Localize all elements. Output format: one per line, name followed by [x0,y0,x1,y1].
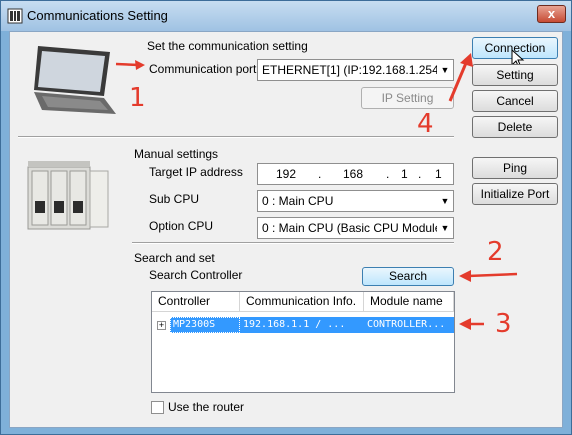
ip-dot: . [318,167,322,181]
cancel-button[interactable]: Cancel [472,90,558,112]
column-header-comm-info[interactable]: Communication Info. [240,292,364,312]
column-header-module-name[interactable]: Module name [364,292,454,312]
chevron-down-icon: ▼ [437,191,453,211]
divider [132,242,454,244]
annotation-4: 4 [417,109,434,139]
plc-controller-icon [27,161,109,230]
sub-cpu-select[interactable]: 0 : Main CPU ▼ [257,190,454,212]
controller-list[interactable]: Controller Communication Info. Module na… [151,291,455,393]
annotation-2: 2 [487,237,504,267]
comm-port-label: Communication port [149,62,257,76]
option-cpu-label: Option CPU [149,219,214,233]
sub-cpu-value: 0 : Main CPU [262,194,334,208]
dialog-body: Set the communication setting Communicat… [9,31,563,428]
expand-icon[interactable]: + [157,321,166,330]
ip-octet-2: 168 [343,167,364,181]
title-bar: Communications Setting x [1,1,571,31]
search-section-label: Search and set [134,251,215,265]
ip-setting-button[interactable]: IP Setting [361,87,454,109]
ip-octet-4: 1 [435,167,442,181]
ping-button[interactable]: Ping [472,157,558,179]
row-controller-cell: MP2300S [170,317,240,333]
row-comm-info-cell: 192.168.1.1 / ... [240,317,364,333]
sub-cpu-label: Sub CPU [149,192,200,206]
window-title: Communications Setting [27,8,168,23]
set-comm-section-label: Set the communication setting [147,39,308,53]
ip-dot: . [418,167,422,181]
laptop-icon [34,46,116,114]
option-cpu-select[interactable]: 0 : Main CPU (Basic CPU Module) ▼ [257,217,454,239]
ip-octet-1: 192 [276,167,297,181]
divider [18,136,454,138]
table-row[interactable]: MP2300S 192.168.1.1 / ... CONTROLLER... [170,317,454,333]
target-ip-input[interactable]: 192 . 168 . 1 . 1 [257,163,454,185]
target-ip-label: Target IP address [149,165,243,179]
option-cpu-value: 0 : Main CPU (Basic CPU Module) [262,221,446,235]
use-router-checkbox[interactable] [151,401,164,414]
setting-button[interactable]: Setting [472,64,558,86]
comm-port-value: ETHERNET[1] (IP:192.168.1.254) G [262,63,454,77]
app-icon [7,8,23,24]
close-button[interactable]: x [537,5,566,23]
annotation-3: 3 [495,309,512,339]
comm-port-select[interactable]: ETHERNET[1] (IP:192.168.1.254) G ▼ [257,59,454,81]
search-button[interactable]: Search [362,267,454,286]
chevron-down-icon: ▼ [437,218,453,238]
ip-octet-3: 1 [401,167,408,181]
manual-settings-label: Manual settings [134,147,219,161]
initialize-port-button[interactable]: Initialize Port [472,183,558,205]
search-controller-label: Search Controller [149,268,243,282]
annotation-1: 1 [129,83,146,113]
chevron-down-icon: ▼ [437,60,453,80]
column-header-controller[interactable]: Controller [152,292,240,312]
ip-dot: . [386,167,390,181]
delete-button[interactable]: Delete [472,116,558,138]
communications-setting-dialog: Communications Setting x Set the communi… [0,0,572,435]
row-module-cell: CONTROLLER... [364,317,454,333]
use-router-label: Use the router [168,400,245,414]
